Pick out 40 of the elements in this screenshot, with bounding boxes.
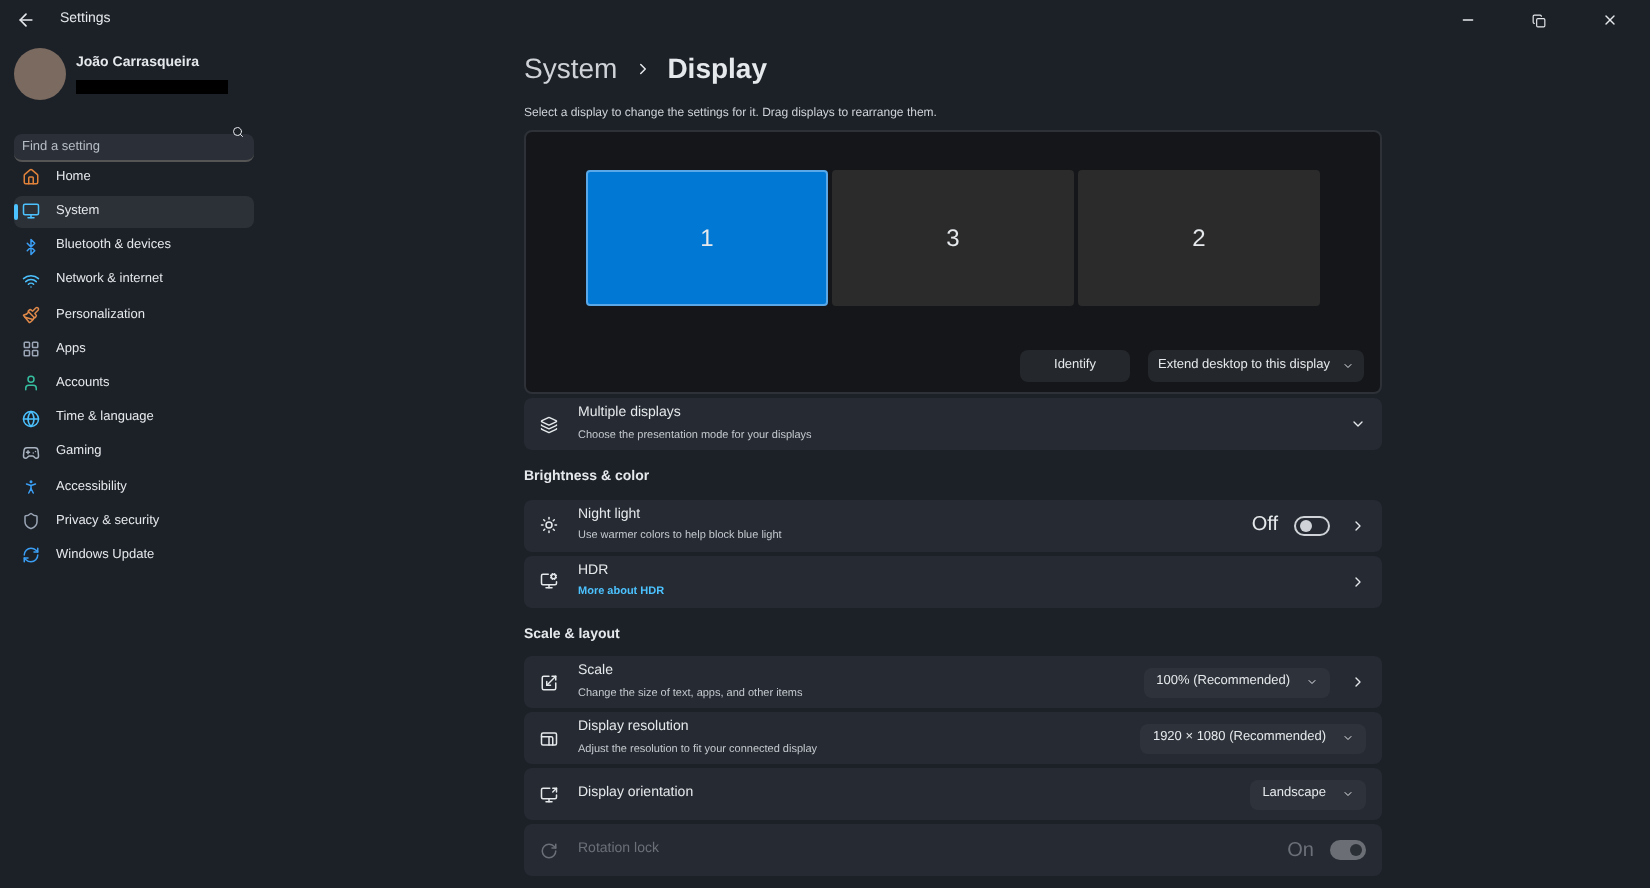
caret-icon xyxy=(1306,676,1318,688)
search-icon xyxy=(232,126,244,138)
chevron-right-icon[interactable] xyxy=(1350,674,1366,690)
selection-indicator xyxy=(14,204,18,221)
restore-icon[interactable] xyxy=(1532,13,1546,27)
breadcrumb-parent[interactable]: System xyxy=(524,48,618,90)
home-icon xyxy=(22,168,40,187)
bluetooth-icon xyxy=(22,237,40,256)
globe-icon xyxy=(22,409,40,428)
toggle-switch[interactable] xyxy=(1294,515,1330,535)
back-icon[interactable] xyxy=(16,10,36,30)
orientation-icon xyxy=(540,785,558,803)
caret-icon xyxy=(1342,788,1354,800)
expand-icon[interactable] xyxy=(1350,416,1366,432)
caret-icon xyxy=(1342,732,1354,744)
chevron-right-icon[interactable] xyxy=(1350,573,1366,589)
monitor-icon xyxy=(22,202,40,221)
scale-icon xyxy=(540,673,558,691)
toggle-label: On xyxy=(1287,837,1314,865)
sun-icon xyxy=(540,516,558,534)
chevron-right-icon[interactable] xyxy=(1350,517,1366,533)
hdr-icon xyxy=(540,572,558,590)
shield-icon xyxy=(22,512,40,531)
caret-icon xyxy=(1342,360,1354,372)
gamepad-icon xyxy=(22,443,40,462)
accessibility-icon xyxy=(22,477,40,496)
apps-grid-icon xyxy=(22,340,40,359)
layers-icon xyxy=(540,415,558,433)
paintbrush-icon xyxy=(22,306,40,324)
refresh-icon xyxy=(22,546,40,565)
display-tile[interactable]: 1 xyxy=(586,170,828,306)
page-title: Display xyxy=(667,50,767,88)
person-icon xyxy=(22,374,40,393)
wifi-icon xyxy=(22,271,40,290)
resolution-icon xyxy=(540,729,558,747)
display-tile[interactable]: 3 xyxy=(832,170,1074,306)
display-tile[interactable]: 2 xyxy=(1078,170,1320,306)
toggle-label: Off xyxy=(1251,512,1278,540)
close-icon[interactable] xyxy=(1602,12,1618,28)
rotation-icon xyxy=(540,841,558,859)
